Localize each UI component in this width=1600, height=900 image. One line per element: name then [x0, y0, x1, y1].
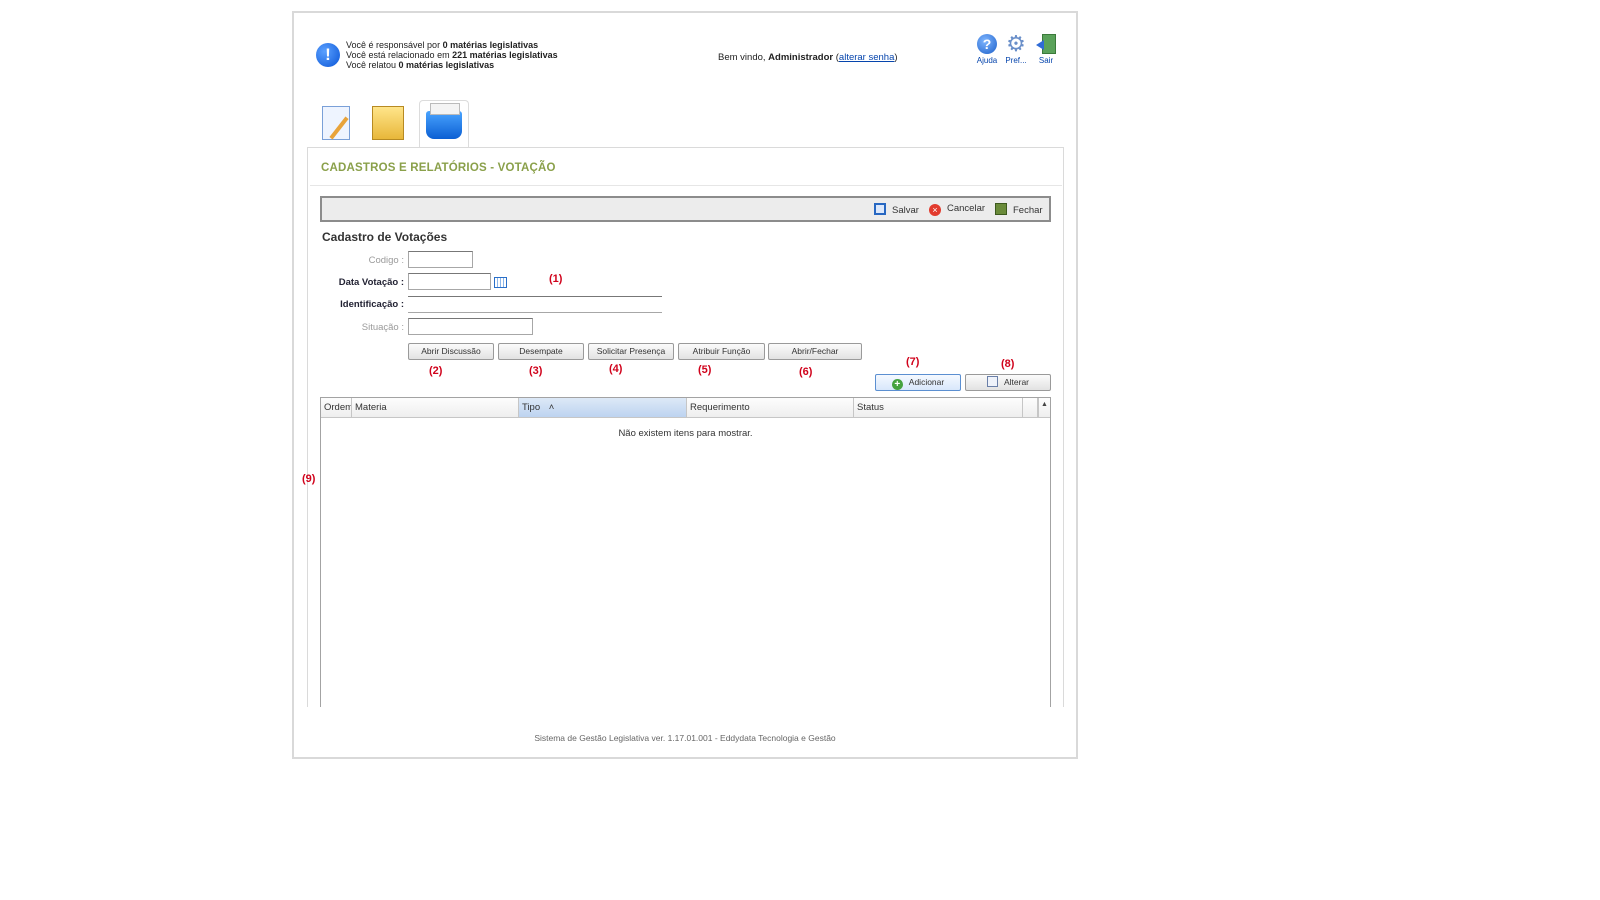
- notice-lines: Você é responsável por 0 matérias legisl…: [346, 40, 606, 70]
- page-title: CADASTROS E RELATÓRIOS - VOTAÇÃO: [321, 162, 556, 174]
- annotation-1: (1): [549, 273, 563, 285]
- status-field[interactable]: [408, 318, 533, 335]
- gear-icon: ⚙: [1006, 31, 1026, 56]
- column-header-requerimento[interactable]: Requerimento: [687, 398, 854, 417]
- tiebreak-button[interactable]: Desempate: [498, 343, 584, 360]
- status-label: Situação :: [361, 322, 404, 333]
- annotation-5: (5): [698, 364, 712, 376]
- code-label: Codigo :: [368, 255, 404, 266]
- open-discussion-button[interactable]: Abrir Discussão: [408, 343, 494, 360]
- toolbar: Salvar × Cancelar Fechar: [320, 196, 1051, 222]
- module-tab-documents[interactable]: [368, 100, 416, 146]
- annotation-2: (2): [429, 365, 443, 377]
- exit-icon: [1036, 34, 1056, 54]
- request-presence-button[interactable]: Solicitar Presença: [588, 343, 674, 360]
- assign-function-button[interactable]: Atribuir Função: [678, 343, 765, 360]
- annotation-3: (3): [529, 365, 543, 377]
- edit-icon: [986, 376, 998, 387]
- empty-grid-message: Não existem itens para mostrar.: [618, 428, 753, 439]
- identification-field[interactable]: [408, 296, 662, 313]
- column-header-order[interactable]: Ordem: [321, 398, 352, 417]
- cancel-icon: ×: [929, 204, 941, 216]
- help-icon: ?: [977, 34, 997, 54]
- change-password-link[interactable]: alterar senha: [839, 52, 894, 63]
- calendar-icon[interactable]: [494, 277, 507, 288]
- plus-icon: +: [891, 379, 903, 390]
- annotation-9: (9): [302, 473, 316, 485]
- alert-icon: !: [316, 43, 340, 67]
- annotation-4: (4): [609, 363, 623, 375]
- votes-grid: Ordem Materia Tipo ˄ Requerimento Status…: [320, 397, 1051, 707]
- help-button[interactable]: ? Ajuda: [972, 34, 1002, 65]
- footer: Sistema de Gestão Legislativa ver. 1.17.…: [534, 733, 836, 743]
- column-header-status[interactable]: Status: [854, 398, 1023, 417]
- exit-button[interactable]: Sair: [1031, 34, 1061, 65]
- folder-icon: [372, 102, 404, 140]
- annotation-6: (6): [799, 366, 813, 378]
- divider: [310, 185, 1062, 186]
- module-tab-editor[interactable]: [316, 100, 364, 146]
- column-header-spacer: [1023, 398, 1038, 417]
- save-icon: [874, 203, 886, 215]
- grid-header: Ordem Materia Tipo ˄ Requerimento Status…: [321, 398, 1050, 418]
- document-edit-icon: [322, 106, 350, 140]
- open-close-button[interactable]: Abrir/Fechar: [768, 343, 862, 360]
- column-header-tipo[interactable]: Tipo ˄: [519, 398, 687, 417]
- scroll-up-arrow-icon[interactable]: ▲: [1038, 398, 1050, 417]
- annotation-7: (7): [906, 356, 920, 368]
- date-label: Data Votação :: [338, 277, 404, 288]
- identification-label: Identificação :: [340, 299, 404, 310]
- cancel-button[interactable]: × Cancelar: [929, 203, 985, 216]
- welcome-text: Bem vindo, Administrador (alterar senha): [718, 52, 898, 63]
- sort-ascending-icon: ˄: [548, 402, 555, 413]
- add-button[interactable]: + Adicionar: [875, 374, 961, 391]
- date-field[interactable]: [408, 273, 491, 290]
- form-title: Cadastro de Votações: [322, 230, 448, 244]
- column-header-materia[interactable]: Materia: [352, 398, 519, 417]
- notice-line-reported: Você relatou 0 matérias legislativas: [346, 60, 495, 70]
- preferences-button[interactable]: ⚙ Pref...: [1001, 31, 1031, 66]
- close-button[interactable]: Fechar: [995, 203, 1043, 216]
- annotation-8: (8): [1001, 358, 1015, 370]
- registry-box-icon: [426, 103, 462, 139]
- notice-line-related: Você está relacionado em 221 matérias le…: [346, 50, 558, 60]
- close-icon: [995, 203, 1007, 215]
- edit-button[interactable]: Alterar: [965, 374, 1051, 391]
- module-tab-registrations[interactable]: [419, 100, 469, 147]
- code-field[interactable]: [408, 251, 473, 268]
- notice-line-responsible: Você é responsável por 0 matérias legisl…: [346, 40, 539, 50]
- save-button[interactable]: Salvar: [874, 203, 919, 216]
- user-name: Administrador: [768, 52, 834, 63]
